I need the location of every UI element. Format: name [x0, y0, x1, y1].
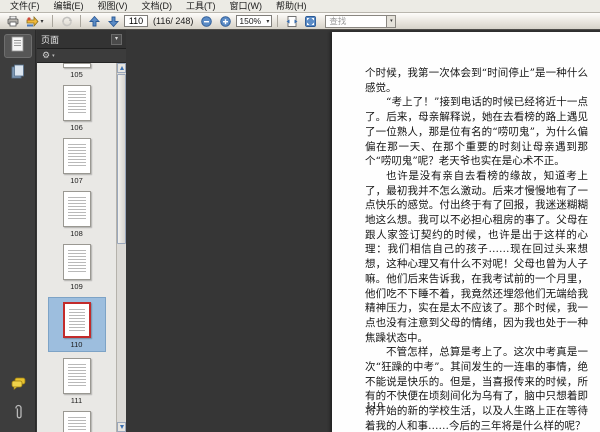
collaboration-button	[58, 14, 75, 28]
zoom-out-icon	[201, 15, 213, 27]
thumbnail-label: 107	[70, 176, 83, 185]
menu-bar: 文件(F) 编辑(E) 视图(V) 文档(D) 工具(T) 窗口(W) 帮助(H…	[0, 0, 600, 13]
scrollbar-thumb[interactable]	[117, 74, 126, 244]
menu-document[interactable]: 文档(D)	[135, 0, 180, 12]
menu-help[interactable]: 帮助(H)	[269, 0, 314, 12]
thumbnail-image[interactable]	[62, 138, 91, 174]
page-count-label: (116/ 248)	[153, 16, 194, 26]
email-icon	[26, 15, 40, 27]
menu-edit[interactable]: 编辑(E)	[47, 0, 91, 12]
thumbnail-image[interactable]	[62, 191, 91, 227]
zoom-level-select[interactable]: 150% ▾	[236, 15, 273, 27]
collaboration-icon	[61, 16, 73, 27]
thumbnail-page-110-selected[interactable]: 110	[47, 297, 106, 352]
page-body-text: 个时候，我第一次体会到“时间停止”是一种什么感觉。 “考上了！”接到电话的时候已…	[365, 66, 588, 432]
paragraph: 个时候，我第一次体会到“时间停止”是一种什么感觉。	[365, 67, 588, 94]
thumbnail-image[interactable]	[62, 302, 91, 338]
bookmarks-panel-button[interactable]	[4, 62, 32, 86]
fullscreen-button[interactable]	[302, 14, 319, 28]
scroll-up-icon	[119, 66, 124, 70]
thumbnail-label: 106	[70, 123, 83, 132]
options-caret-icon: ▾	[52, 52, 55, 59]
main-toolbar: ▾ (116/ 248)	[0, 13, 600, 30]
printer-icon	[7, 15, 19, 27]
menu-view[interactable]: 视图(V)	[91, 0, 135, 12]
pages-panel-icon	[11, 36, 25, 57]
comments-icon	[11, 377, 26, 395]
thumbnail-scrollbar[interactable]	[116, 63, 126, 432]
thumbnail-page-next-partial[interactable]	[62, 411, 91, 432]
panel-menu-button[interactable]: ▾	[111, 33, 122, 45]
thumbnail-image[interactable]	[62, 85, 91, 121]
document-canvas[interactable]: 个时候，我第一次体会到“时间停止”是一种什么感觉。 “考上了！”接到电话的时候已…	[126, 30, 600, 432]
page-footer-number: 110	[366, 402, 384, 412]
zoom-in-icon	[220, 15, 232, 27]
arrow-down-icon	[108, 16, 119, 27]
menu-window[interactable]: 窗口(W)	[223, 0, 270, 12]
zoom-dropdown-caret-icon: ▾	[266, 18, 270, 25]
scroll-up-button[interactable]	[117, 63, 126, 73]
nav-strip-bottom	[0, 370, 36, 428]
thumbnail-image[interactable]	[62, 63, 91, 68]
thumbnail-page-109[interactable]: 109	[62, 244, 91, 291]
pages-panel-button[interactable]	[3, 34, 32, 58]
toolbar-separator	[277, 15, 279, 27]
thumbnail-image[interactable]	[62, 411, 91, 432]
previous-page-button[interactable]	[86, 14, 103, 28]
paragraph: “考上了！”接到电话的时候已经将近十一点了。后来，母亲解释说，她在去看榜的路上遇…	[365, 96, 588, 168]
thumbnail-page-106[interactable]: 106	[62, 85, 91, 132]
paragraph: 不管怎样，总算是考上了。这次中考真是一次“狂躁的中考”。其间发生的一连串的事情，…	[365, 346, 588, 432]
toolbar-separator	[80, 15, 81, 27]
thumbnail-page-107[interactable]: 107	[62, 138, 91, 185]
pages-panel-header: 页面 ▾	[37, 30, 126, 49]
scroll-down-icon	[119, 425, 124, 429]
page-number-input[interactable]	[124, 15, 148, 27]
attachments-panel-button[interactable]	[4, 402, 32, 426]
document-page[interactable]: 个时候，我第一次体会到“时间停止”是一种什么感觉。 “考上了！”接到电话的时候已…	[332, 32, 600, 432]
thumbnail-page-108[interactable]: 108	[62, 191, 91, 238]
email-attach-button[interactable]: ▾	[23, 14, 47, 28]
find-input[interactable]	[325, 14, 388, 28]
pages-panel-toolbar: ⚙ ▾	[37, 49, 126, 63]
comments-panel-button[interactable]	[4, 374, 32, 398]
menu-tools[interactable]: 工具(T)	[179, 0, 223, 12]
scroll-down-button[interactable]	[117, 422, 126, 432]
next-page-button[interactable]	[105, 14, 122, 28]
thumbnail-label: 111	[70, 396, 83, 405]
email-dropdown-caret-icon: ▾	[40, 18, 44, 25]
paragraph: 也许是没有亲自去看榜的缘故，知道考上了，最初我并不怎么激动。后来才慢慢地有了一点…	[365, 169, 588, 344]
thumbnail-label: 105	[70, 70, 83, 79]
arrow-up-icon	[89, 15, 100, 27]
fit-width-button[interactable]	[283, 14, 300, 28]
pages-panel: 页面 ▾ ⚙ ▾ 105 106 107 108 109 110 111	[37, 30, 126, 432]
fit-width-icon	[286, 15, 298, 27]
find-group: ▾	[325, 14, 397, 28]
thumbnail-list[interactable]: 105 106 107 108 109 110 111	[37, 63, 116, 432]
menu-file[interactable]: 文件(F)	[3, 0, 47, 12]
pages-panel-title: 页面	[41, 34, 60, 45]
thumbnail-image[interactable]	[62, 244, 91, 280]
thumbnail-page-105[interactable]: 105	[62, 63, 91, 79]
paperclip-icon	[13, 404, 24, 425]
thumbnail-label: 109	[70, 282, 83, 291]
thumbnail-label: 110	[70, 340, 83, 349]
fullscreen-icon	[305, 15, 317, 27]
zoom-in-button[interactable]	[217, 14, 234, 28]
find-options-dropdown[interactable]: ▾	[387, 14, 397, 28]
thumbnail-page-111[interactable]: 111	[62, 358, 91, 405]
zoom-out-button[interactable]	[198, 14, 215, 28]
navigation-panel-strip	[0, 30, 36, 432]
thumbnail-image[interactable]	[62, 358, 91, 394]
zoom-level-value: 150%	[239, 16, 262, 26]
pdf-reader-window: 文件(F) 编辑(E) 视图(V) 文档(D) 工具(T) 窗口(W) 帮助(H…	[0, 0, 600, 432]
bookmarks-panel-icon	[11, 64, 25, 84]
options-gear-icon[interactable]: ⚙	[42, 51, 50, 60]
print-button[interactable]	[4, 14, 21, 28]
thumbnail-label: 108	[70, 229, 83, 238]
toolbar-separator	[52, 15, 53, 27]
